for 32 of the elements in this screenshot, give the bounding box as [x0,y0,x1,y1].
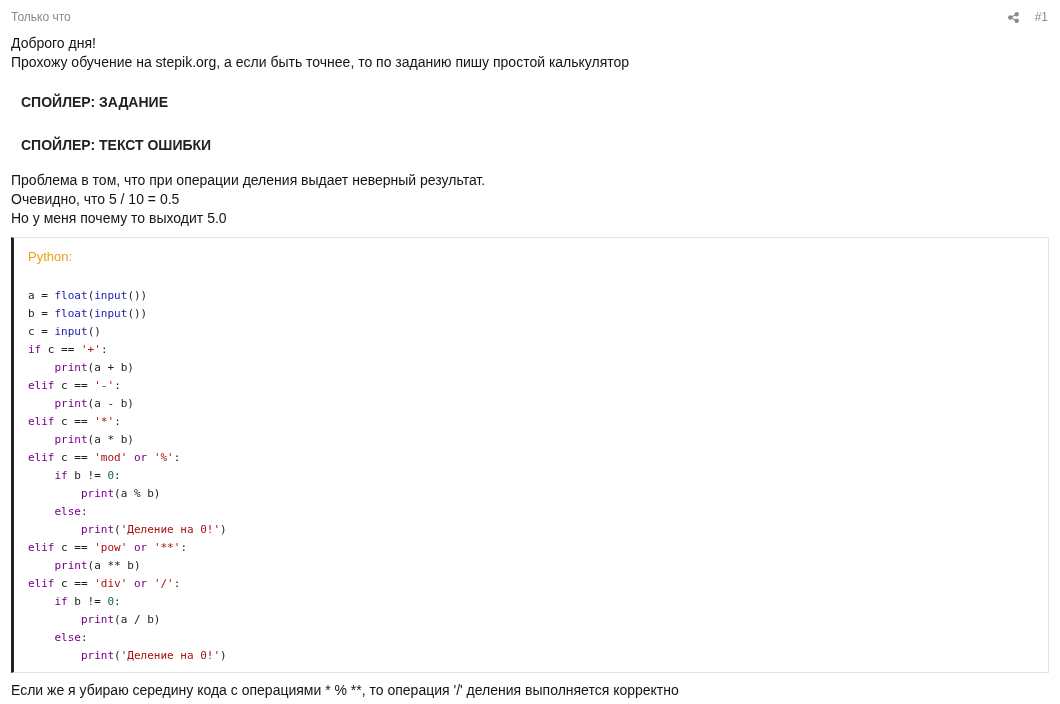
code-line: print(a * b) [54,432,134,448]
paragraph: Проблема в том, что при операции деления выдает неверный результат. [11,171,487,190]
code-line: if b != 0: [54,468,121,484]
code-line: else: [54,504,88,520]
code-line: elif c == '-': [28,378,121,394]
paragraph: Доброго дня! [11,34,97,53]
code-line: a = float(input()) [28,288,148,304]
code-line: elif c == 'div' or '/': [28,576,181,592]
code-line: print('Деление на 0!') [80,522,227,538]
code-line: if b != 0: [54,594,121,610]
paragraph: Если же я убираю середину кода с операциями * % **, то операция '/' деления выполняется корректно [11,681,680,700]
code-line: c = input() [28,324,101,340]
post-time: Только что [11,9,71,26]
code-line: print(a + b) [54,360,134,376]
share-icon[interactable] [1007,11,1019,23]
code-line: print(a / b) [80,612,161,628]
code-line: b = float(input()) [28,306,148,322]
code-language-label: Python: [28,248,73,266]
code-line: elif c == '*': [28,414,121,430]
spoiler-toggle[interactable]: СПОЙЛЕР: ЗАДАНИЕ [11,85,178,120]
code-line: print(a - b) [54,396,134,412]
paragraph: Очевидно, что 5 / 10 = 0.5 [11,190,181,209]
code-line: print(a % b) [80,486,161,502]
code-line: print('Деление на 0!') [80,648,227,664]
code-line: elif c == 'pow' or '**': [28,540,187,556]
code-line: if c == '+': [28,342,108,358]
paragraph: Но у меня почему то выходит 5.0 [11,209,228,228]
code-line: else: [54,630,88,646]
code-line: print(a ** b) [54,558,141,574]
spoiler-toggle[interactable]: СПОЙЛЕР: ТЕКСТ ОШИБКИ [11,128,222,163]
paragraph: Прохожу обучение на stepik.org, а если быть точнее, то по заданию пишу простой калькулятор [11,53,631,72]
code-line: elif c == 'mod' or '%': [28,450,181,466]
